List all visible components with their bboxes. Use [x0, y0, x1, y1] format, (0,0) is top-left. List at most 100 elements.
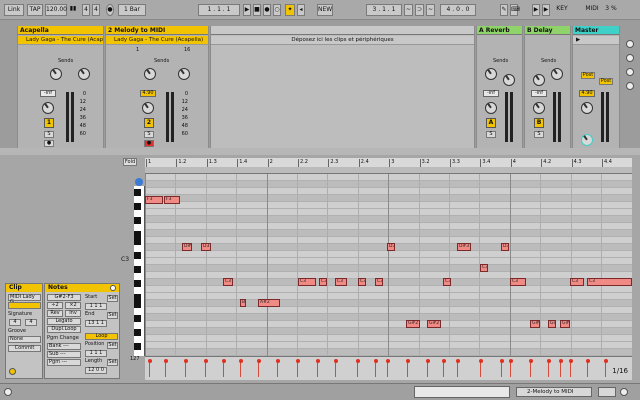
velocity-marker[interactable] [405, 359, 410, 377]
midi-note[interactable]: C3 [510, 278, 526, 286]
black-key[interactable] [134, 329, 141, 336]
quantize-select[interactable]: 1 Bar [118, 4, 146, 16]
midi-note[interactable]: G#2 [548, 320, 556, 328]
reverse-button[interactable]: Rev [47, 310, 63, 317]
track-title[interactable]: Acapella [18, 26, 103, 35]
bank-field[interactable]: Bank --- [47, 343, 81, 350]
solo-button[interactable]: S [144, 131, 154, 138]
velocity-marker[interactable] [455, 359, 460, 377]
automation-arm-icon[interactable]: ✦ [285, 4, 295, 16]
velocity-marker[interactable] [385, 359, 390, 377]
solo-button[interactable]: S [44, 131, 54, 138]
midi-note[interactable]: D#3 [457, 243, 471, 251]
arm-button[interactable]: ● [144, 140, 154, 147]
arm-button[interactable]: ● [44, 140, 54, 147]
detail-toggle-icon[interactable] [620, 388, 628, 396]
note-editor[interactable]: F3F3D#3D3D3D#3D3C3C3C3C3C3C3C3C3C3C3C3B2… [145, 174, 632, 356]
volume-display[interactable]: 4.90 [140, 90, 156, 97]
sig-num-field[interactable]: 4 [82, 4, 90, 16]
start-set-button[interactable]: Set [107, 295, 118, 302]
midi-note[interactable]: G#2 [530, 320, 540, 328]
clip-color-select[interactable] [8, 302, 41, 309]
track-title[interactable]: B Delay [525, 26, 570, 35]
draw-mode-icon[interactable]: ✎ [500, 4, 508, 16]
velocity-marker[interactable] [256, 359, 261, 377]
timeline-ruler[interactable]: 1 1.2 1.3 1.4 2 2.2 2.3 2.4 3 3.2 3.3 3.4 4 4.2 4.3 4.4 [145, 158, 632, 174]
sub-field[interactable]: Sub --- [47, 351, 81, 358]
back-to-arrangement-icon[interactable]: ◂ [297, 4, 305, 16]
preview-icon[interactable] [135, 178, 143, 186]
midi-note[interactable]: C3 [587, 278, 632, 286]
piano-keyboard[interactable] [134, 186, 145, 356]
punch-in-icon[interactable]: ~ [404, 4, 413, 16]
computer-keyboard-icon[interactable]: ⌨ [510, 4, 520, 16]
velocity-marker[interactable] [183, 359, 188, 377]
midi-note[interactable]: C3 [319, 278, 327, 286]
track-activator-button[interactable]: A [486, 118, 496, 128]
send-b-knob[interactable] [78, 68, 90, 80]
loop-switch-icon[interactable]: ⊃ [415, 4, 424, 16]
midi-note[interactable]: D3 [501, 243, 509, 251]
send-a-knob[interactable] [50, 68, 62, 80]
black-key[interactable] [134, 203, 141, 210]
send-a-knob[interactable] [144, 68, 156, 80]
velocity-marker[interactable] [568, 359, 573, 377]
velocity-marker[interactable] [558, 359, 563, 377]
midi-map-button[interactable]: MIDI [585, 4, 599, 16]
velocity-marker[interactable] [275, 359, 280, 377]
velocity-marker[interactable] [478, 359, 483, 377]
loop-button[interactable]: Loop [85, 333, 118, 340]
velocity-marker[interactable] [546, 359, 551, 377]
midi-out-channel[interactable]: 16 [184, 47, 190, 54]
velocity-marker[interactable] [585, 359, 590, 377]
groove-select[interactable]: None [8, 336, 41, 343]
midi-note[interactable]: G#2 [560, 320, 570, 328]
clip-sig-den[interactable]: 4 [25, 319, 37, 326]
midi-note[interactable]: C3 [570, 278, 584, 286]
drop-area[interactable]: Déposez ici les clips et périphériques [210, 26, 475, 148]
pan-knob[interactable] [581, 102, 593, 114]
key-map-button[interactable]: KEY [555, 4, 569, 16]
midi-note[interactable]: C3 [375, 278, 383, 286]
midi-note[interactable]: D#3 [182, 243, 192, 251]
velocity-marker[interactable] [333, 359, 338, 377]
clip-name-field[interactable]: MIDI Lady G [8, 294, 41, 305]
midi-note[interactable]: C3 [480, 264, 488, 272]
loop-length-field[interactable]: 4 . 0 . 0 [440, 4, 476, 16]
send-a-knob[interactable] [533, 74, 545, 86]
velocity-marker[interactable] [528, 359, 533, 377]
sig-den-field[interactable]: 4 [92, 4, 100, 16]
send-a-knob[interactable] [485, 68, 497, 80]
track-title[interactable]: A Reverb [477, 26, 522, 35]
velocity-marker[interactable] [425, 359, 430, 377]
fold-button[interactable]: Fold [123, 158, 137, 166]
duplicate-loop-button[interactable]: Dupl.Loop [47, 326, 81, 333]
metronome-icon[interactable]: ● [106, 4, 114, 16]
cue-volume-knob[interactable] [581, 134, 593, 146]
info-view-icon[interactable] [4, 388, 12, 396]
velocity-marker[interactable] [221, 359, 226, 377]
velocity-marker[interactable] [315, 359, 320, 377]
position-set-button[interactable]: Set [107, 342, 118, 349]
send-b-knob[interactable] [178, 68, 190, 80]
end-set-button[interactable]: Set [107, 312, 118, 319]
transpose-down-button[interactable]: ÷2 [47, 302, 63, 309]
loop-start-field[interactable]: 3 . 1 . 1 [366, 4, 402, 16]
invert-button[interactable]: Inv [65, 310, 81, 317]
black-key[interactable] [134, 231, 141, 238]
midi-note[interactable]: C3 [335, 278, 347, 286]
transpose-up-button[interactable]: ×2 [65, 302, 81, 309]
midi-note[interactable]: F3 [145, 196, 163, 204]
volume-display[interactable]: 4.90 [579, 90, 595, 97]
black-key[interactable] [134, 343, 141, 350]
velocity-marker[interactable] [163, 359, 168, 377]
record-button[interactable]: ● [263, 4, 271, 16]
black-key[interactable] [134, 315, 141, 322]
overdub-button[interactable]: ○ [273, 4, 281, 16]
midi-note[interactable]: C3 [443, 278, 451, 286]
velocity-marker[interactable] [147, 359, 152, 377]
end-field[interactable]: 13 1 1 [85, 320, 107, 327]
new-button[interactable]: NEW [317, 4, 333, 16]
midi-note[interactable]: C3 [358, 278, 366, 286]
nudge-icon[interactable]: ▮▮ [69, 4, 77, 16]
